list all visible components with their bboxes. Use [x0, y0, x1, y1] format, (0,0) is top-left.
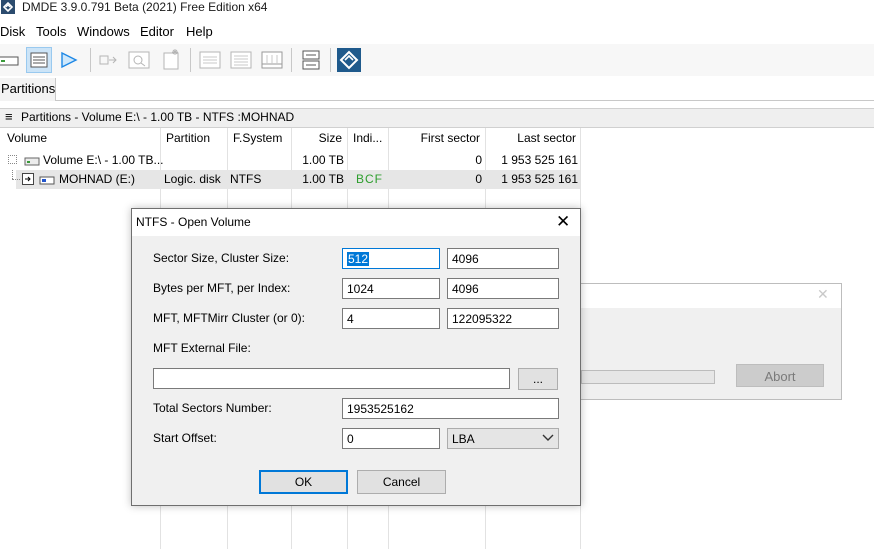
open-volume-icon[interactable]: [96, 47, 122, 73]
toolbar: [0, 44, 874, 76]
menu-editor[interactable]: Editor: [140, 24, 174, 39]
menu-windows[interactable]: Windows: [77, 24, 130, 39]
abort-button[interactable]: Abort: [736, 364, 824, 387]
title-bar: DMDE 3.9.0.791 Beta (2021) Free Edition …: [0, 0, 874, 16]
menu-help[interactable]: Help: [186, 24, 213, 39]
mftmirr-cluster-input[interactable]: 122095322: [447, 308, 559, 329]
tree-expander[interactable]: [8, 155, 17, 164]
offset-unit-value: LBA: [452, 432, 475, 446]
dialog-titlebar: NTFS - Open Volume ✕: [132, 209, 580, 236]
panel-header: ≡ Partitions - Volume E:\ - 1.00 TB - NT…: [0, 108, 874, 128]
mft-cluster-input[interactable]: 4: [342, 308, 440, 329]
first-sector-value: 0: [475, 172, 482, 186]
partition-type: Logic. disk: [164, 172, 221, 186]
table-row[interactable]: MOHNAD (E:) Logic. disk NTFS 1.00 TB BCF…: [0, 170, 580, 189]
first-sector-value: 0: [475, 153, 482, 167]
column-header-indicators[interactable]: Indi...: [353, 131, 382, 145]
disk-icon: [24, 157, 40, 166]
size-value: 1.00 TB: [302, 172, 344, 186]
new-file-icon[interactable]: [158, 47, 184, 73]
progress-dialog-titlebar: [575, 284, 841, 308]
column-header-size[interactable]: Size: [291, 131, 342, 145]
table-row[interactable]: Volume E:\ - 1.00 TB... 1.00 TB 0 1 953 …: [0, 151, 580, 170]
total-sectors-input[interactable]: 1953525162: [342, 398, 559, 419]
chevron-down-icon: [542, 434, 554, 441]
drive-icon[interactable]: [0, 47, 20, 73]
browse-button[interactable]: ...: [518, 368, 558, 390]
total-sectors-label: Total Sectors Number:: [153, 401, 272, 415]
panel-title: Partitions - Volume E:\ - 1.00 TB - NTFS…: [21, 110, 295, 124]
open-arrow-icon: [22, 173, 34, 185]
column-header-last-sector[interactable]: Last sector: [485, 131, 576, 145]
cluster-size-input[interactable]: 4096: [447, 248, 559, 269]
bytes-per-mft-input[interactable]: 1024: [342, 278, 440, 299]
find-icon[interactable]: [126, 47, 152, 73]
grid-view-icon[interactable]: [259, 47, 285, 73]
tree-line: [12, 170, 14, 179]
last-sector-value: 1 953 525 161: [501, 172, 578, 186]
log-icon[interactable]: [298, 47, 324, 73]
mft-cluster-label: MFT, MFTMirr Cluster (or 0):: [153, 311, 305, 325]
sector-size-value: 512: [347, 252, 370, 266]
dmde-app-icon: [1, 0, 15, 14]
app-title: DMDE 3.9.0.791 Beta (2021) Free Edition …: [22, 0, 268, 14]
sector-size-label: Sector Size, Cluster Size:: [153, 251, 290, 265]
panel-menu-icon[interactable]: ≡: [5, 109, 13, 124]
close-icon[interactable]: ✕: [817, 286, 829, 303]
column-header-filesystem[interactable]: F.System: [233, 131, 282, 145]
tree-line: [12, 179, 20, 181]
volume-name: Volume E:\ - 1.00 TB...: [43, 153, 164, 167]
menu-disk[interactable]: Disk: [0, 24, 25, 39]
tab-partitions[interactable]: Partitions: [0, 78, 56, 101]
dialog-title: NTFS - Open Volume: [136, 215, 251, 229]
ok-button[interactable]: OK: [259, 470, 348, 494]
sector-size-input[interactable]: 512: [342, 248, 440, 269]
mft-external-file-input[interactable]: [153, 368, 510, 389]
offset-unit-select[interactable]: LBA: [447, 428, 559, 449]
indicators-value: BCF: [356, 172, 383, 186]
start-offset-label: Start Offset:: [153, 431, 217, 445]
size-value: 1.00 TB: [302, 153, 344, 167]
mft-external-file-label: MFT External File:: [153, 341, 251, 355]
cancel-button[interactable]: Cancel: [357, 470, 446, 494]
ntfs-open-volume-dialog: NTFS - Open Volume ✕ Sector Size, Cluste…: [131, 208, 581, 506]
bytes-per-index-input[interactable]: 4096: [447, 278, 559, 299]
close-icon[interactable]: ✕: [556, 212, 570, 232]
last-sector-value: 1 953 525 161: [501, 153, 578, 167]
partitions-list-icon[interactable]: [26, 47, 52, 73]
partition-icon: [39, 176, 55, 185]
list-view-icon[interactable]: [228, 47, 254, 73]
progress-bar: [581, 370, 715, 384]
column-header-partition[interactable]: Partition: [166, 131, 210, 145]
tab-bar: [0, 78, 874, 101]
volume-name: MOHNAD (E:): [59, 172, 135, 186]
column-header-first-sector[interactable]: First sector: [388, 131, 480, 145]
menu-tools[interactable]: Tools: [36, 24, 66, 39]
sector-view-icon[interactable]: [197, 47, 223, 73]
play-icon[interactable]: [56, 47, 82, 73]
filesystem-value: NTFS: [230, 172, 262, 186]
menu-bar: Disk Tools Windows Editor Help: [0, 22, 874, 42]
bytes-per-mft-label: Bytes per MFT, per Index:: [153, 281, 291, 295]
dmde-logo-icon[interactable]: [336, 47, 362, 73]
column-header-volume[interactable]: Volume: [7, 131, 47, 145]
start-offset-input[interactable]: 0: [342, 428, 440, 449]
progress-dialog: ✕ Abort: [574, 283, 842, 400]
